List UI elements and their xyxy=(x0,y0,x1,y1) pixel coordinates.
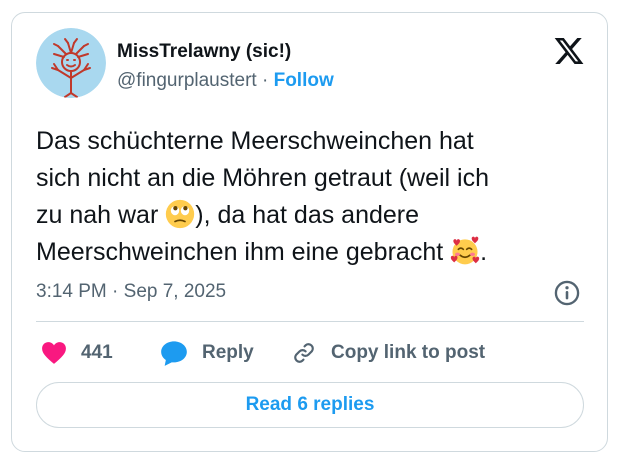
reply-button[interactable]: Reply xyxy=(160,335,254,371)
timestamp-link[interactable]: 3:14 PM · Sep 7, 2025 xyxy=(36,281,226,303)
heart-icon xyxy=(42,342,66,364)
handle-separator: · xyxy=(261,70,269,91)
tweet-line-3-end: ), da hat das andere xyxy=(195,201,420,229)
reply-label: Reply xyxy=(202,342,254,363)
tweet-line-4-end: . xyxy=(480,238,488,266)
action-bar: 441 Reply Copy link to post xyxy=(36,335,596,371)
like-count: 441 xyxy=(81,342,113,363)
tweet-line-3-start: zu nah war xyxy=(36,201,166,229)
avatar[interactable] xyxy=(36,28,106,98)
tweet-line-2: sich nicht an die Möhren getraut (weil i… xyxy=(36,164,490,192)
tweet-line-4-start: Meerschweinchen ihm eine gebracht xyxy=(36,238,451,266)
smiling-face-with-hearts-emoji xyxy=(450,236,480,265)
copy-link-label: Copy link to post xyxy=(331,342,486,363)
follow-button[interactable]: Follow xyxy=(274,70,334,91)
tweet-line-4: Meerschweinchen ihm eine gebracht . xyxy=(36,234,596,271)
author-handle-row: @fingurplaustert · Follow xyxy=(117,70,334,92)
tweet-line-1: Das schüchterne Meerschweinchen hat xyxy=(36,127,474,155)
link-icon xyxy=(294,343,314,363)
tweet-line-3: zu nah war ), da hat das andere xyxy=(36,197,596,234)
tweet-card: MissTrelawny (sic!) @fingurplaustert · F… xyxy=(11,12,608,452)
reply-bubble-icon xyxy=(161,341,187,366)
drawn-figure-avatar-icon xyxy=(36,28,106,98)
author-name[interactable]: MissTrelawny (sic!) xyxy=(117,41,291,63)
copy-link-button[interactable]: Copy link to post xyxy=(291,335,485,371)
info-icon[interactable] xyxy=(553,279,581,307)
tweet-text: Das schüchterne Meerschweinchen hat sich… xyxy=(36,123,596,271)
face-with-rolling-eyes-emoji xyxy=(166,199,195,229)
like-button[interactable]: 441 xyxy=(41,335,113,371)
read-replies-button[interactable]: Read 6 replies xyxy=(36,382,584,428)
x-logo-icon[interactable] xyxy=(553,35,585,67)
author-handle[interactable]: @fingurplaustert xyxy=(117,70,257,91)
divider xyxy=(36,321,584,322)
